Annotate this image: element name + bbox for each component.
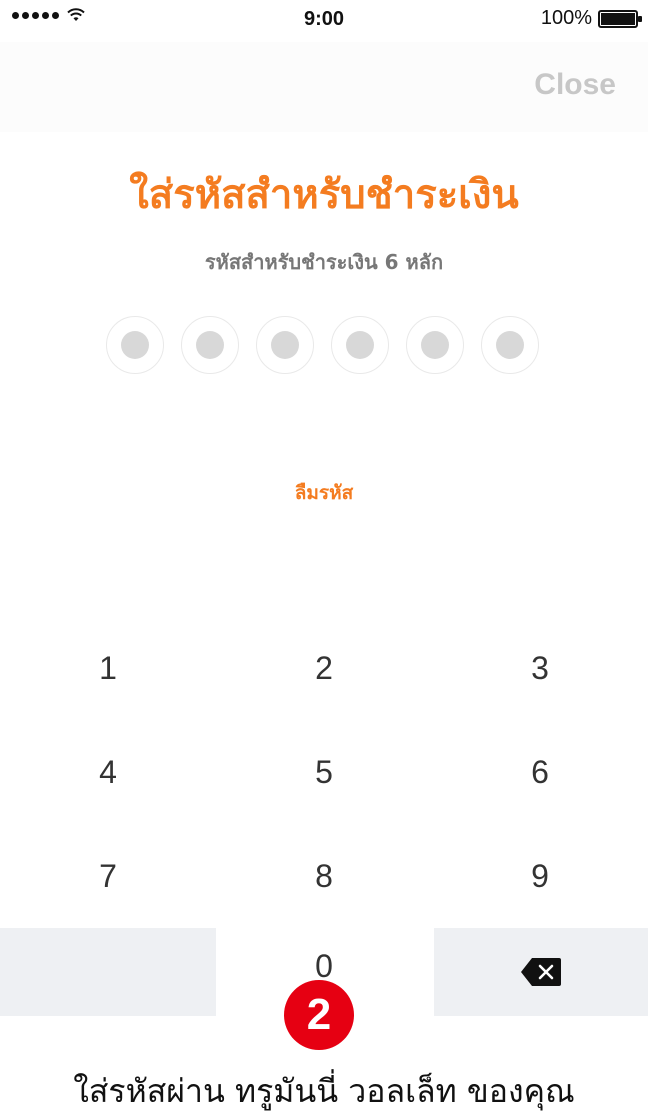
key-blank — [0, 928, 216, 1016]
status-bar: 9:00 100% — [0, 0, 648, 42]
pin-dot — [406, 316, 464, 374]
page-title: ใส่รหัสสำหรับชำระเงิน — [129, 172, 519, 218]
key-8[interactable]: 8 — [216, 824, 432, 928]
key-3[interactable]: 3 — [432, 616, 648, 720]
key-5[interactable]: 5 — [216, 720, 432, 824]
instruction-caption: ใส่รหัสผ่าน ทรูมันนี่ วอลเล็ท ของคุณ — [73, 1072, 575, 1110]
step-number-badge: 2 — [284, 980, 354, 1050]
battery-percent: 100% — [540, 7, 592, 29]
battery-icon — [598, 9, 642, 28]
key-1[interactable]: 1 — [0, 616, 216, 720]
key-7[interactable]: 7 — [0, 824, 216, 928]
pin-dot — [181, 316, 239, 374]
page-subtitle: รหัสสำหรับชำระเงิน 6 หลัก — [204, 250, 444, 274]
key-4[interactable]: 4 — [0, 720, 216, 824]
pin-dot — [481, 316, 539, 374]
pin-indicator — [106, 316, 539, 374]
forgot-pin-link[interactable]: ลืมรหัส — [0, 478, 648, 508]
backspace-icon — [521, 958, 561, 986]
delete-button[interactable] — [434, 928, 648, 1016]
app-screen: 9:00 100% Close ใส่รหัสสำหรับชำระเงิน รห… — [0, 0, 648, 1016]
pin-dot — [256, 316, 314, 374]
key-9[interactable]: 9 — [432, 824, 648, 928]
key-2[interactable]: 2 — [216, 616, 432, 720]
pin-dot — [106, 316, 164, 374]
close-button[interactable]: Close — [534, 68, 616, 102]
pin-dot — [331, 316, 389, 374]
battery-status: 100% — [540, 7, 642, 30]
nav-bar: Close — [0, 42, 648, 132]
key-6[interactable]: 6 — [432, 720, 648, 824]
